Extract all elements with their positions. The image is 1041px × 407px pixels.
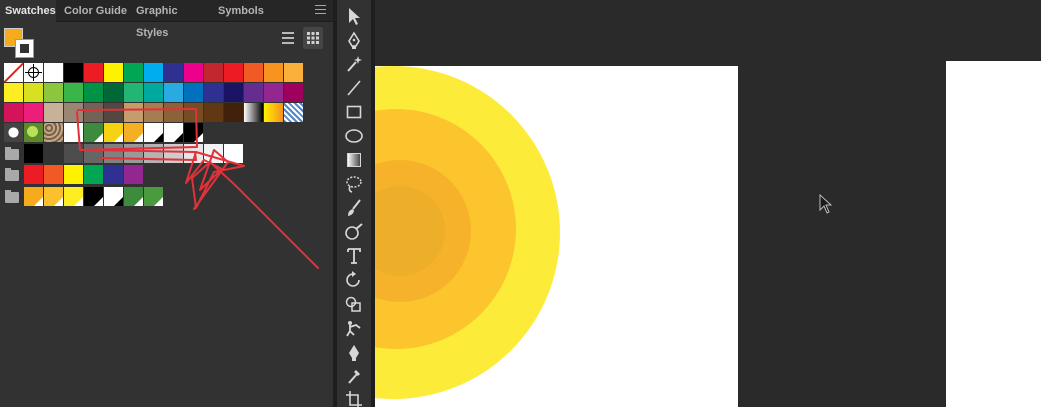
curvature-pen-tool-icon[interactable] (341, 342, 367, 364)
document-canvas[interactable] (375, 0, 1041, 407)
blob-brush-tool-icon[interactable] (341, 222, 367, 244)
artboard-tool-icon[interactable] (341, 390, 367, 407)
annotation-box (76, 108, 198, 161)
eyedropper-tool-icon[interactable] (341, 366, 367, 388)
shape-builder-tool-icon[interactable] (341, 294, 367, 316)
lasso-tool-icon[interactable] (341, 174, 367, 196)
paintbrush-tool-icon[interactable] (341, 198, 367, 220)
selection-tool-icon[interactable] (341, 6, 367, 28)
type-tool-icon[interactable] (341, 246, 367, 268)
magic-wand-tool-icon[interactable] (341, 54, 367, 76)
ellipse-tool-icon[interactable] (341, 126, 367, 148)
rectangle-tool-icon[interactable] (341, 102, 367, 124)
annotation-arrow (185, 149, 319, 269)
annotation-overlay (76, 108, 319, 269)
puppet-warp-tool-icon[interactable] (341, 318, 367, 340)
line-segment-tool-icon[interactable] (341, 78, 367, 100)
gradient-tool-icon[interactable] (341, 150, 367, 172)
pen-tool-icon[interactable] (341, 30, 367, 52)
artboard-secondary[interactable] (946, 61, 1041, 407)
tools-panel (337, 0, 371, 407)
mouse-cursor-icon (819, 193, 833, 219)
rotate-tool-icon[interactable] (341, 270, 367, 292)
